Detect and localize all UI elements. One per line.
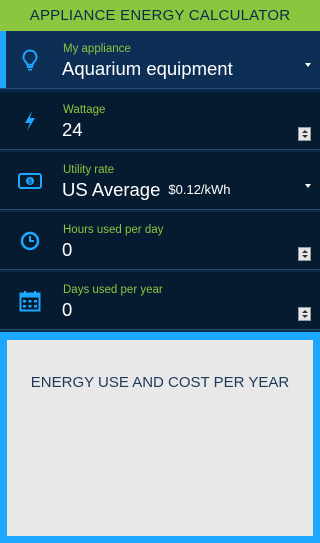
- clock-icon: [18, 229, 42, 253]
- wattage-label: Wattage: [63, 104, 106, 116]
- stepper-up-icon[interactable]: [302, 130, 308, 133]
- lightning-icon: [18, 109, 42, 133]
- selected-indicator: [0, 31, 6, 88]
- app-title: APPLIANCE ENERGY CALCULATOR: [29, 7, 291, 24]
- days-field[interactable]: Days used per year 0: [0, 272, 320, 330]
- results-section: ENERGY USE AND COST PER YEAR: [0, 332, 320, 543]
- results-panel: ENERGY USE AND COST PER YEAR: [7, 340, 313, 536]
- results-title: ENERGY USE AND COST PER YEAR: [30, 374, 290, 391]
- appliance-label: My appliance: [63, 43, 131, 55]
- utility-rate-value: US Average $0.12/kWh: [62, 179, 231, 201]
- app-header: APPLIANCE ENERGY CALCULATOR: [0, 0, 320, 31]
- utility-rate-name: US Average: [62, 179, 161, 200]
- wattage-field[interactable]: Wattage 24: [0, 92, 320, 150]
- utility-rate-select[interactable]: $ Utility rate US Average $0.12/kWh: [0, 152, 320, 210]
- stepper-down-icon[interactable]: [302, 255, 308, 258]
- lightbulb-icon: [18, 48, 42, 72]
- wattage-stepper[interactable]: [298, 127, 311, 141]
- chevron-down-icon[interactable]: [305, 184, 311, 188]
- hours-label: Hours used per day: [63, 224, 164, 236]
- stepper-up-icon[interactable]: [302, 310, 308, 313]
- wattage-value[interactable]: 24: [62, 119, 83, 141]
- chevron-down-icon[interactable]: [305, 63, 311, 67]
- days-stepper[interactable]: [298, 307, 311, 321]
- utility-rate-price: $0.12/kWh: [168, 182, 231, 197]
- days-label: Days used per year: [63, 284, 163, 296]
- appliance-select[interactable]: My appliance Aquarium equipment: [0, 31, 320, 89]
- hours-field[interactable]: Hours used per day 0: [0, 212, 320, 270]
- money-icon: $: [18, 169, 42, 193]
- hours-value[interactable]: 0: [62, 239, 72, 261]
- hours-stepper[interactable]: [298, 247, 311, 261]
- days-value[interactable]: 0: [62, 299, 72, 321]
- utility-rate-label: Utility rate: [63, 164, 115, 176]
- appliance-value: Aquarium equipment: [62, 58, 233, 79]
- stepper-down-icon[interactable]: [302, 315, 308, 318]
- calendar-icon: [18, 289, 42, 313]
- stepper-up-icon[interactable]: [302, 250, 308, 253]
- stepper-down-icon[interactable]: [302, 135, 308, 138]
